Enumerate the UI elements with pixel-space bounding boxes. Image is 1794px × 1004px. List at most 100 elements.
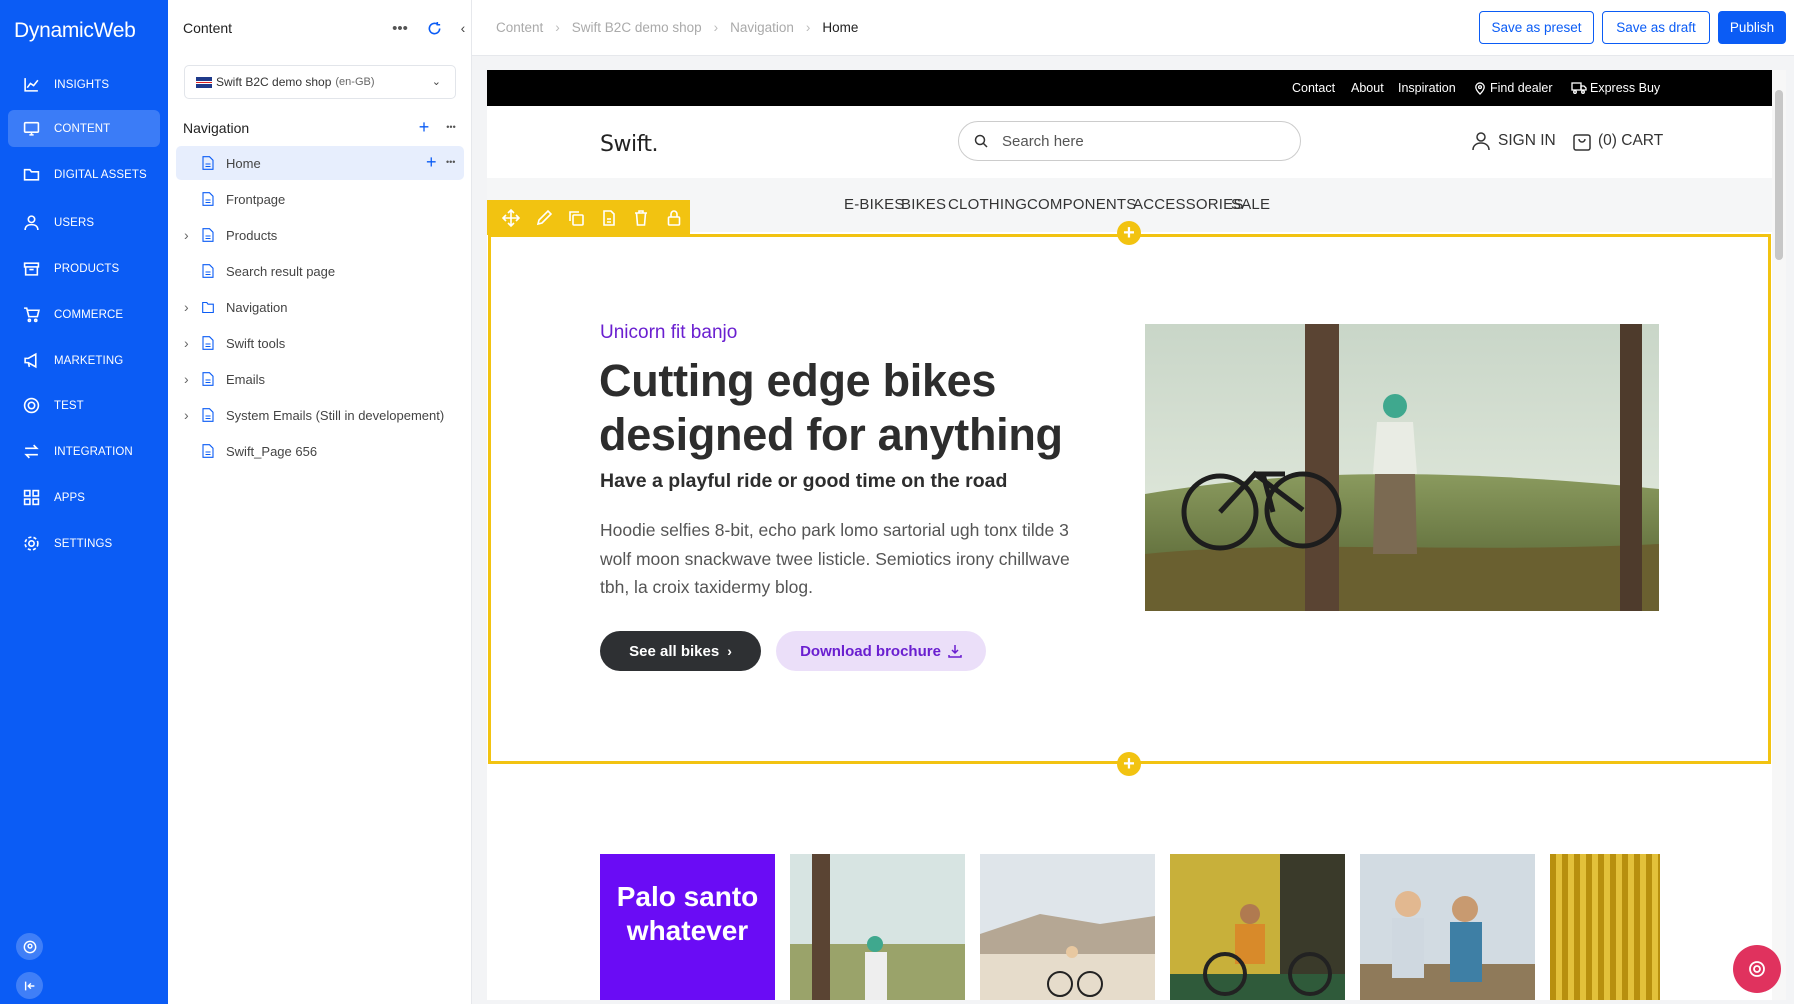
publish-button[interactable]: Publish: [1718, 11, 1786, 44]
gallery-tile-image[interactable]: [1550, 854, 1660, 1000]
scrollbar-thumb[interactable]: [1775, 90, 1783, 260]
move-button[interactable]: [495, 201, 528, 234]
utility-link-label: Find dealer: [1490, 81, 1553, 95]
nav-item-content[interactable]: CONTENT: [8, 110, 160, 147]
menu-item-accessories[interactable]: ACCESSORIES: [1133, 196, 1244, 213]
tree-item[interactable]: › System Emails (Still in developement): [176, 398, 464, 432]
chevron-right-icon[interactable]: ›: [184, 227, 189, 243]
tree-item[interactable]: Search result page: [176, 254, 464, 288]
nav-item-apps[interactable]: APPS: [8, 479, 160, 516]
cart-link[interactable]: (0) CART: [1572, 131, 1663, 151]
user-icon: [1472, 132, 1490, 151]
tree-item[interactable]: Home + •••: [176, 146, 464, 180]
canvas-scrollbar[interactable]: [1772, 70, 1786, 1000]
tree-item[interactable]: › Emails: [176, 362, 464, 396]
help-fab-button[interactable]: [1733, 945, 1781, 993]
chevron-right-icon[interactable]: ›: [184, 335, 189, 351]
gallery-tile-image[interactable]: [1360, 854, 1535, 1000]
breadcrumb: Content › Swift B2C demo shop › Navigati…: [496, 20, 858, 35]
nav-item-integration[interactable]: INTEGRATION: [8, 433, 160, 470]
nav-item-insights[interactable]: INSIGHTS: [8, 66, 160, 103]
truck-icon: [1571, 82, 1587, 94]
nav-item-products[interactable]: PRODUCTS: [8, 250, 160, 287]
nav-item-label: INTEGRATION: [54, 445, 133, 458]
tree-item[interactable]: › Products: [176, 218, 464, 252]
tile-photo: [1360, 854, 1535, 1000]
breadcrumb-item[interactable]: Swift B2C demo shop: [572, 20, 702, 35]
account-button[interactable]: [16, 933, 43, 960]
tree-item[interactable]: › Navigation: [176, 290, 464, 324]
nav-item-test[interactable]: TEST: [8, 387, 160, 424]
tile-photo: [790, 854, 965, 1000]
see-all-bikes-button[interactable]: See all bikes ›: [600, 631, 761, 671]
download-brochure-button[interactable]: Download brochure: [776, 631, 986, 671]
item-more-button[interactable]: •••: [446, 157, 455, 167]
menu-item-e-bikes[interactable]: E-BIKES: [844, 196, 905, 213]
site-header: Swift. Search here SIGN IN (0) CART: [487, 106, 1772, 178]
gallery-tile-text[interactable]: Palo santo whatever: [600, 854, 775, 1000]
add-subpage-button[interactable]: +: [426, 152, 437, 173]
nav-item-label: COMMERCE: [54, 308, 124, 321]
utility-link-label: Express Buy: [1590, 81, 1661, 95]
site-logo[interactable]: Swift.: [600, 132, 659, 157]
plus-icon: +: [1123, 222, 1135, 244]
site-search-input[interactable]: Search here: [958, 121, 1301, 161]
gallery-tile-image[interactable]: [980, 854, 1155, 1000]
page-icon: [202, 372, 214, 386]
area-selector[interactable]: Swift B2C demo shop (en-GB) ⌄: [184, 65, 456, 99]
copy-button[interactable]: [560, 201, 593, 234]
page-icon: [202, 228, 214, 242]
nav-item-commerce[interactable]: COMMERCE: [8, 296, 160, 333]
utility-link-contact[interactable]: Contact: [1292, 81, 1335, 95]
gallery-tile-image[interactable]: [1170, 854, 1345, 1000]
menu-item-components[interactable]: COMPONENTS: [1027, 196, 1137, 213]
tree-item[interactable]: Swift_Page 656: [176, 434, 464, 468]
add-row-below-button[interactable]: +: [1117, 752, 1141, 776]
gallery-tile-image[interactable]: [790, 854, 965, 1000]
chevron-right-icon[interactable]: ›: [184, 371, 189, 387]
chevron-right-icon[interactable]: ›: [184, 407, 189, 423]
lock-button[interactable]: [658, 201, 691, 234]
utility-link-about[interactable]: About: [1351, 81, 1384, 95]
section-more-button[interactable]: •••: [442, 119, 460, 135]
uk-flag-icon: [196, 76, 212, 88]
utility-link-express-buy[interactable]: Express Buy: [1571, 81, 1660, 95]
edit-button[interactable]: [528, 201, 561, 234]
menu-item-clothing[interactable]: CLOTHING: [948, 196, 1027, 213]
folder-icon: [202, 301, 214, 314]
chevron-right-icon[interactable]: ›: [184, 299, 189, 315]
add-page-button[interactable]: +: [416, 117, 432, 137]
megaphone-icon: [24, 352, 37, 369]
tree-item-label: Home: [226, 156, 261, 171]
tree-item-label: Swift_Page 656: [226, 444, 318, 459]
nav-item-digital-assets[interactable]: DIGITAL ASSETS: [8, 156, 160, 193]
nav-item-settings[interactable]: SETTINGS: [8, 525, 160, 562]
menu-item-bikes[interactable]: BIKES: [901, 196, 946, 213]
more-options-button[interactable]: •••: [390, 18, 410, 38]
folder-icon: [23, 168, 40, 181]
collapse-sidebar-button[interactable]: [16, 972, 43, 999]
chevron-right-icon: ›: [713, 20, 719, 35]
delete-button[interactable]: [625, 201, 658, 234]
collapse-panel-button[interactable]: ‹: [456, 18, 470, 38]
save-as-draft-button[interactable]: Save as draft: [1602, 11, 1710, 44]
tree-item-label: System Emails (Still in developement): [226, 408, 445, 423]
breadcrumb-item[interactable]: Content: [496, 20, 543, 35]
nav-item-users[interactable]: USERS: [8, 204, 160, 241]
sign-in-link[interactable]: SIGN IN: [1471, 131, 1556, 151]
nav-item-marketing[interactable]: MARKETING: [8, 342, 160, 379]
menu-item-sale[interactable]: SALE: [1231, 196, 1270, 213]
hero-subtitle: Have a playful ride or good time on the …: [600, 470, 1008, 492]
save-as-template-button[interactable]: [593, 201, 626, 234]
add-row-above-button[interactable]: +: [1117, 221, 1141, 245]
shopping-bag-icon: [1573, 134, 1591, 151]
tree-item[interactable]: › Swift tools: [176, 326, 464, 360]
refresh-button[interactable]: [424, 18, 444, 38]
arrows-icon: [24, 444, 39, 459]
utility-link-find-dealer[interactable]: Find dealer: [1474, 81, 1553, 95]
tree-item[interactable]: Frontpage: [176, 182, 464, 216]
breadcrumb-item[interactable]: Navigation: [730, 20, 794, 35]
save-as-preset-button[interactable]: Save as preset: [1479, 11, 1594, 44]
utility-link-inspiration[interactable]: Inspiration: [1398, 81, 1456, 95]
map-pin-icon: [1475, 81, 1485, 95]
